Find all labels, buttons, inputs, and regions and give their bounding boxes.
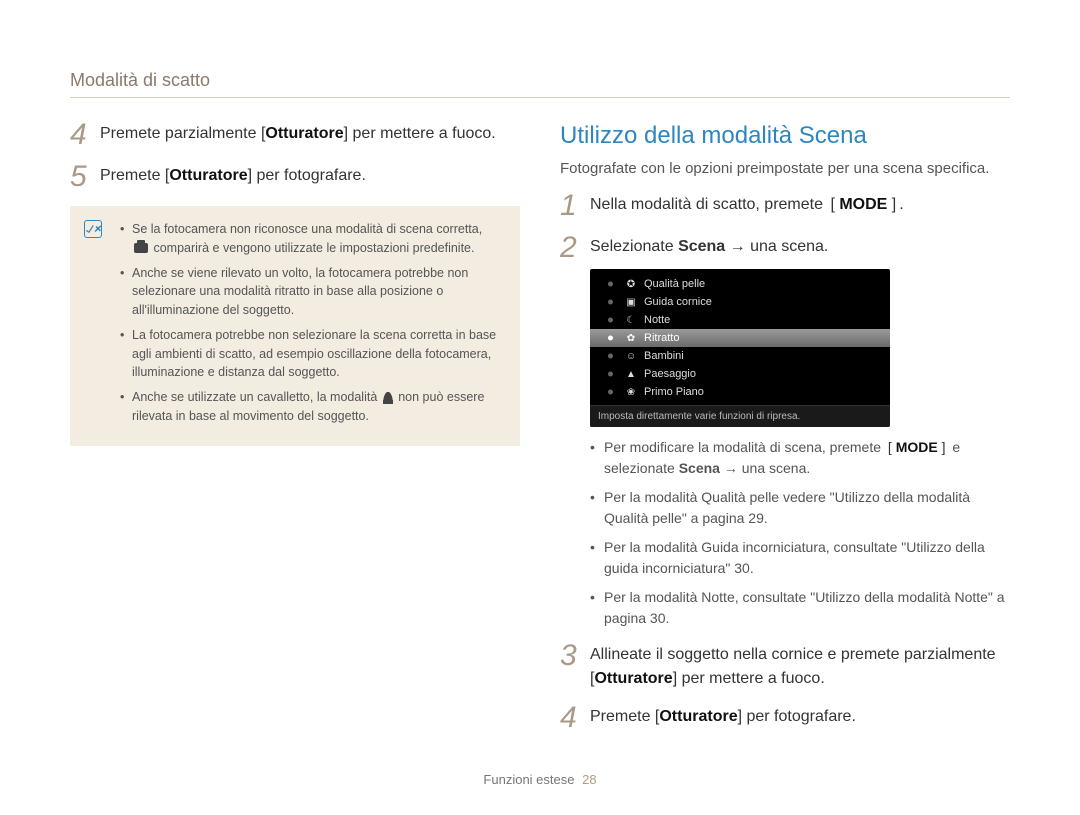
scene-row-label: Bambini	[644, 350, 684, 362]
note-box: Se la fotocamera non riconosce una modal…	[70, 206, 520, 446]
tripod-icon	[383, 392, 393, 404]
smart-icon	[134, 243, 148, 253]
sub-bullet: Per la modalità Qualità pelle vedere "Ut…	[590, 487, 1010, 529]
shutter-key: Otturatore	[594, 670, 672, 687]
note-item: Anche se viene rilevato un volto, la fot…	[120, 264, 502, 320]
scene-row-label: Guida cornice	[644, 296, 712, 308]
sub-bullet-list: Per modificare la modalità di scena, pre…	[590, 437, 1010, 629]
step-4-right: 4 Premete [Otturatore] per fotografare.	[560, 705, 1010, 733]
page-container: Modalità di scatto 4 Premete parzialment…	[0, 0, 1080, 747]
scene-row-icon: ❀	[624, 387, 638, 398]
step-number: 2	[560, 233, 590, 263]
scene-row-icon: ✿	[624, 333, 638, 344]
step-text: Allineate il soggetto nella cornice e pr…	[590, 643, 1010, 691]
shutter-key: Otturatore	[169, 167, 247, 184]
footer-section: Funzioni estese	[483, 772, 574, 787]
scene-row-label: Qualità pelle	[644, 278, 705, 290]
scene-list: ✪ Qualità pelle ▣ Guida cornice ☾ Notte ✿ Ri…	[590, 269, 890, 405]
bold: Scena	[679, 460, 720, 476]
scene-row: ▣ Guida cornice	[590, 293, 890, 311]
scene-row-icon: ☾	[624, 315, 638, 326]
step-text: Premete parzialmente [Otturatore] per me…	[100, 122, 520, 146]
shutter-key: Otturatore	[659, 708, 737, 725]
scene-row-icon: ▣	[624, 297, 638, 308]
breadcrumb: Modalità di scatto	[70, 70, 1010, 91]
scene-row: ✪ Qualità pelle	[590, 275, 890, 293]
text: Premete parzialmente [	[100, 125, 265, 142]
step-text: Nella modalità di scatto, premete MODE.	[590, 193, 1010, 217]
step-4-left: 4 Premete parzialmente [Otturatore] per …	[70, 122, 520, 150]
scene-row-label: Paesaggio	[644, 368, 696, 380]
text: → una scena.	[725, 238, 828, 255]
note-item: Anche se utilizzate un cavalletto, la mo…	[120, 388, 502, 426]
scene-row-icon: ▲	[624, 369, 638, 380]
section-heading: Utilizzo della modalità Scena	[560, 122, 1010, 150]
text: Per modificare la modalità di scena, pre…	[604, 439, 885, 455]
section-intro: Fotografate con le opzioni preimpostate …	[560, 160, 1010, 177]
step-3-right: 3 Allineate il soggetto nella cornice e …	[560, 643, 1010, 691]
text: Premete [	[590, 708, 659, 725]
step-5-left: 5 Premete [Otturatore] per fotografare.	[70, 164, 520, 192]
text: ] per mettere a fuoco.	[344, 125, 496, 142]
text: Premete [	[100, 167, 169, 184]
sub-bullet: Per la modalità Guida incorniciatura, co…	[590, 537, 1010, 579]
page-footer: Funzioni estese 28	[0, 772, 1080, 787]
text: Anche se utilizzate un cavalletto, la mo…	[132, 390, 381, 404]
shutter-key: Otturatore	[265, 125, 343, 142]
step-number: 1	[560, 191, 590, 221]
scene-row-icon: ☺	[624, 351, 638, 362]
step-number: 5	[70, 162, 100, 192]
note-item: La fotocamera potrebbe non selezionare l…	[120, 326, 502, 382]
content-columns: 4 Premete parzialmente [Otturatore] per …	[70, 122, 1010, 747]
step-number: 4	[70, 120, 100, 150]
mode-key: MODE	[885, 437, 949, 458]
text: comparirà e vengono utilizzate le impost…	[150, 241, 474, 255]
step-text: Premete [Otturatore] per fotografare.	[590, 705, 1010, 729]
text: → una scena.	[720, 460, 810, 476]
step-2-right: 2 Selezionate Scena → una scena.	[560, 235, 1010, 263]
scene-row: ☾ Notte	[590, 311, 890, 329]
step-number: 4	[560, 703, 590, 733]
note-item: Se la fotocamera non riconosce una modal…	[120, 220, 502, 258]
note-list: Se la fotocamera non riconosce una modal…	[120, 220, 502, 426]
right-column: Utilizzo della modalità Scena Fotografat…	[560, 122, 1010, 747]
scene-row-icon: ✪	[624, 279, 638, 290]
sub-bullet: Per modificare la modalità di scena, pre…	[590, 437, 1010, 479]
step-number: 3	[560, 641, 590, 671]
divider	[70, 97, 1010, 98]
scene-row-label: Notte	[644, 314, 670, 326]
scene-row-selected: ✿ Ritratto	[590, 329, 890, 347]
scene-row: ▲ Paesaggio	[590, 365, 890, 383]
scene-row-label: Primo Piano	[644, 386, 704, 398]
scene-row: ☺ Bambini	[590, 347, 890, 365]
note-icon	[84, 220, 102, 238]
step-1-right: 1 Nella modalità di scatto, premete MODE…	[560, 193, 1010, 221]
left-column: 4 Premete parzialmente [Otturatore] per …	[70, 122, 520, 747]
text: Selezionate	[590, 238, 678, 255]
scene-row: ❀ Primo Piano	[590, 383, 890, 401]
scene-footer: Imposta direttamente varie funzioni di r…	[590, 405, 890, 427]
text: ] per mettere a fuoco.	[673, 670, 825, 687]
scene-row-label: Ritratto	[644, 332, 679, 344]
scene-panel: ✪ Qualità pelle ▣ Guida cornice ☾ Notte ✿ Ri…	[590, 269, 890, 427]
step-text: Premete [Otturatore] per fotografare.	[100, 164, 520, 188]
text: Nella modalità di scatto, premete	[590, 196, 827, 213]
bold: Scena	[678, 238, 725, 255]
text: .	[899, 196, 903, 213]
page-number: 28	[582, 772, 596, 787]
sub-bullet: Per la modalità Notte, consultate "Utili…	[590, 587, 1010, 629]
step-text: Selezionate Scena → una scena.	[590, 235, 1010, 259]
mode-key: MODE	[827, 193, 899, 217]
text: Se la fotocamera non riconosce una modal…	[132, 222, 482, 236]
text: ] per fotografare.	[738, 708, 856, 725]
text: ] per fotografare.	[248, 167, 366, 184]
